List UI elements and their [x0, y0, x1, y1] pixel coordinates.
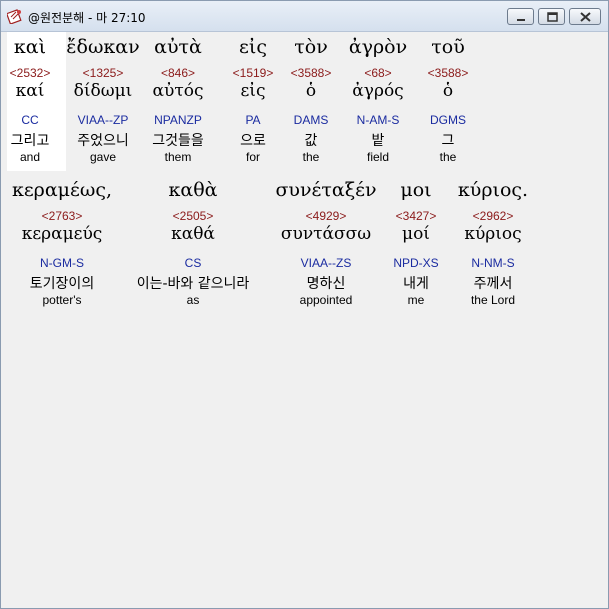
word-korean: 내게 [403, 276, 429, 292]
app-window: @원전분해 - 마 27:10 καὶ <2532> καί CC 그리고 and ἔδωκ… [0, 0, 609, 609]
word-lemma: ἀγρός [352, 81, 404, 101]
word-lemma: κεραμεύς [21, 224, 103, 244]
word-english: potter's [42, 293, 82, 307]
word-greek: τὸν [294, 36, 328, 58]
word-morph: VIAA--ZS [300, 256, 352, 270]
word-english: gave [89, 150, 117, 164]
word-lemma: αὐτός [152, 81, 204, 101]
word-morph: VIAA--ZP [77, 113, 129, 127]
title-bar[interactable]: @원전분해 - 마 27:10 [1, 1, 608, 32]
word-strong: <1519> [232, 66, 274, 80]
word-english: as [186, 293, 200, 307]
word-morph: DGMS [430, 113, 466, 127]
close-icon [580, 12, 591, 22]
word-korean: 그것들을 [152, 133, 204, 149]
minimize-icon [517, 19, 525, 21]
word-korean: 주었으니 [77, 133, 129, 149]
word-greek: κύριος. [457, 179, 529, 201]
word-english: the [302, 150, 320, 164]
word-korean: 밭 [371, 133, 385, 149]
word-morph: CS [184, 256, 202, 270]
word-morph: NPD-XS [393, 256, 439, 270]
word-strong: <2532> [9, 66, 51, 80]
word-english: them [164, 150, 192, 164]
word-strong: <2763> [41, 209, 83, 223]
word-korean: 으로 [240, 133, 266, 149]
word-strong: <2505> [172, 209, 214, 223]
word-morph: N-NM-S [471, 256, 515, 270]
word-lemma: κύριος [464, 224, 522, 244]
window-title: @원전분해 - 마 27:10 [28, 11, 146, 25]
word-greek: μοι [400, 179, 432, 201]
word-english: the [439, 150, 457, 164]
word-english: for [245, 150, 261, 164]
word-korean: 주께서 [473, 276, 513, 292]
word-lemma: ὁ [305, 81, 317, 101]
word-strong: <1325> [82, 66, 124, 80]
word-korean: 토기장이의 [29, 276, 95, 292]
word-korean: 그리고 [10, 133, 50, 149]
word-korean: 이는-바와 같으니라 [136, 276, 250, 292]
word-english: and [19, 150, 41, 164]
word-morph: N-AM-S [356, 113, 400, 127]
word-english: field [366, 150, 390, 164]
word-lemma: δίδωμι [73, 81, 133, 101]
word-lemma: ὁ [442, 81, 454, 101]
word-greek: καὶ [13, 36, 47, 58]
word-strong: <2962> [472, 209, 514, 223]
word-strong: <3427> [395, 209, 437, 223]
word-greek: ἔδωκαν [66, 36, 140, 58]
maximize-button[interactable] [538, 8, 565, 25]
word-greek: αὐτὰ [154, 36, 202, 58]
word-english: the Lord [470, 293, 516, 307]
word-greek: κεραμέως, [11, 179, 113, 201]
word-korean: 값 [304, 133, 318, 149]
word-korean: 명하신 [306, 276, 346, 292]
word-greek: καθὰ [168, 179, 218, 201]
word-english: appointed [299, 293, 353, 307]
book-icon [7, 9, 22, 24]
word-lemma: καί [15, 81, 45, 101]
word-greek: εἰς [239, 36, 267, 58]
word-english: me [407, 293, 425, 307]
minimize-button[interactable] [507, 8, 534, 25]
word-strong: <846> [160, 66, 196, 80]
word-strong: <4929> [305, 209, 347, 223]
word-morph: N-GM-S [40, 256, 84, 270]
word-greek: ἀγρὸν [348, 36, 408, 58]
word-morph: CC [21, 113, 39, 127]
interlinear-view: καὶ <2532> καί CC 그리고 and ἔδωκαν <1325> δίδωμι VI… [7, 32, 605, 604]
word-strong: <3588> [290, 66, 332, 80]
word-lemma: συντάσσω [280, 224, 372, 244]
word-strong: <68> [364, 66, 392, 80]
word-korean: 그 [441, 133, 455, 149]
word-lemma: καθά [171, 224, 215, 244]
word-lemma: μοί [402, 224, 430, 244]
word-morph: DAMS [293, 113, 329, 127]
word-strong: <3588> [427, 66, 469, 80]
word-greek: συνέταξέν [275, 179, 377, 201]
word-greek: τοῦ [431, 36, 465, 58]
word-morph: PA [245, 113, 261, 127]
word-morph: NPANZP [154, 113, 202, 127]
word-lemma: εἰς [240, 81, 266, 101]
close-button[interactable] [569, 8, 601, 25]
maximize-icon [547, 12, 558, 22]
